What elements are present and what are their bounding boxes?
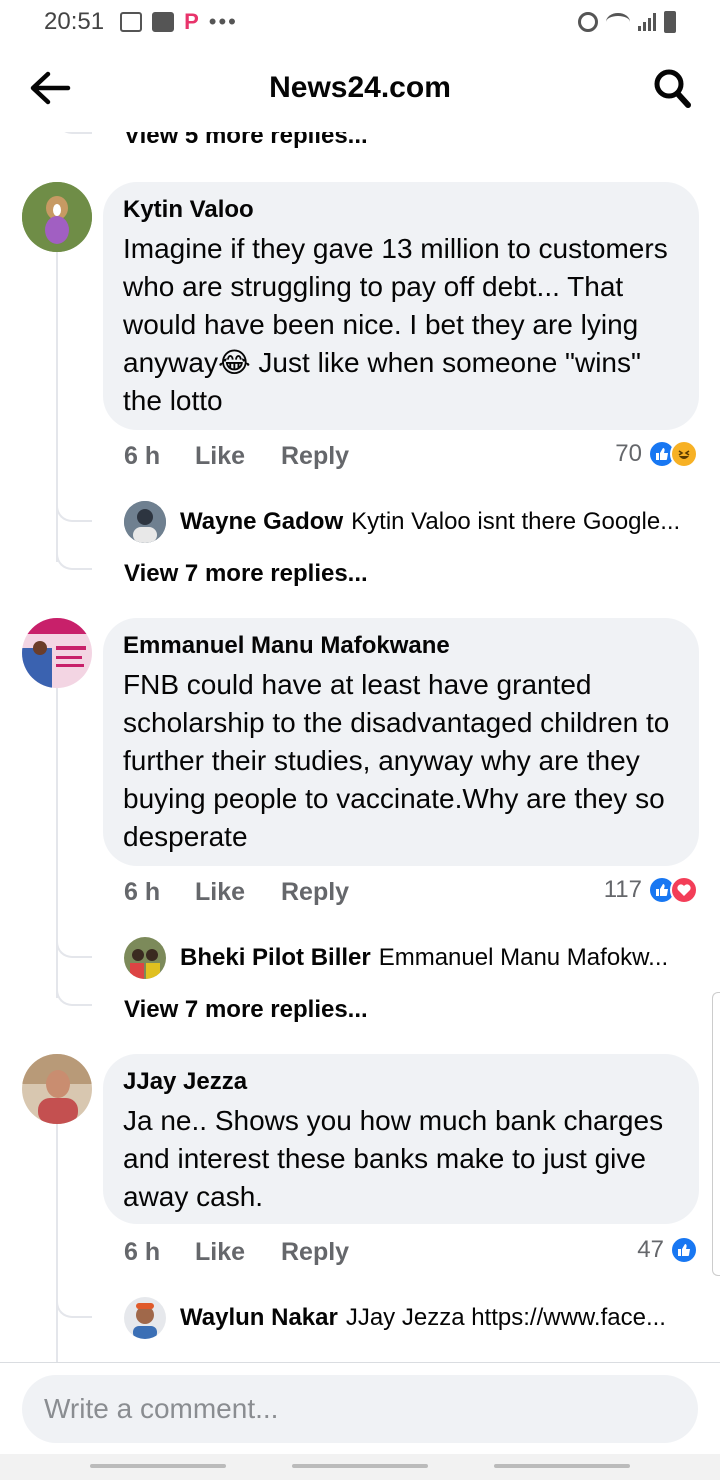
comment-text: Imagine if they gave 13 million to custo… <box>123 233 668 416</box>
reply-text: JJay Jezza https://www.face... <box>345 1304 666 1331</box>
reaction-count: 70 <box>615 440 642 467</box>
comment-author[interactable]: Kytin Valoo <box>123 196 679 224</box>
reaction-summary[interactable]: 117 <box>604 876 698 904</box>
notification-icons: P ••• <box>120 9 238 35</box>
status-time: 20:51 <box>44 8 105 35</box>
page-title: News24.com <box>269 71 451 104</box>
comment-author[interactable]: JJay Jezza <box>123 1068 679 1096</box>
like-button[interactable]: Like <box>195 1238 281 1267</box>
home-button[interactable] <box>292 1464 428 1468</box>
thread-line <box>56 252 58 562</box>
comment-bubble[interactable]: Kytin Valoo Imagine if they gave 13 mill… <box>103 182 699 430</box>
reply-preview[interactable]: Wayne Gadow Kytin Valoo isnt there Googl… <box>124 508 704 536</box>
avatar-emmanuel-manu-mafokwane[interactable] <box>22 618 92 688</box>
avatar-jjay-jezza[interactable] <box>22 1054 92 1124</box>
view-more-replies[interactable]: View 7 more replies... <box>124 560 368 588</box>
search-icon[interactable] <box>652 66 692 110</box>
app-icon <box>152 12 175 32</box>
back-button[interactable] <box>494 1464 630 1468</box>
reaction-summary[interactable]: 70 <box>615 440 698 468</box>
status-bar: 20:51 P ••• <box>0 0 720 44</box>
avatar-kytin-valoo[interactable] <box>22 182 92 252</box>
reply-preview[interactable]: Waylun Nakar JJay Jezza https://www.face… <box>124 1304 704 1332</box>
reaction-summary[interactable]: 47 <box>637 1236 698 1264</box>
like-button[interactable]: Like <box>195 442 281 471</box>
system-icons <box>578 11 676 33</box>
recent-apps-button[interactable] <box>90 1464 226 1468</box>
signal-icon <box>638 13 656 31</box>
back-arrow-icon[interactable] <box>28 68 72 108</box>
view-more-replies[interactable]: View 7 more replies... <box>124 996 368 1024</box>
comment-author[interactable]: Emmanuel Manu Mafokwane <box>123 632 679 660</box>
alarm-icon <box>578 12 598 32</box>
dog-photo-icon <box>22 182 92 252</box>
like-button[interactable]: Like <box>195 878 281 907</box>
like-icon <box>670 1236 698 1264</box>
p-app-icon: P <box>184 9 199 34</box>
reply-text: Kytin Valoo isnt there Google... <box>351 508 681 535</box>
reply-button[interactable]: Reply <box>281 442 349 471</box>
thread-connector <box>56 934 92 958</box>
scrollbar-handle[interactable] <box>712 992 720 1276</box>
gallery-icon <box>120 12 143 32</box>
comment-text: Ja ne.. Shows you how much bank charges … <box>123 1105 664 1212</box>
comment-time: 6 h <box>124 878 161 906</box>
comment-bubble[interactable]: Emmanuel Manu Mafokwane FNB could have a… <box>103 618 699 866</box>
reply-preview[interactable]: Bheki Pilot Biller Emmanuel Manu Mafokw.… <box>124 944 704 972</box>
haha-icon <box>670 440 698 468</box>
reply-button[interactable]: Reply <box>281 1238 349 1267</box>
reaction-count: 117 <box>603 876 642 903</box>
system-nav-bar <box>0 1454 720 1480</box>
love-icon <box>670 876 698 904</box>
comment-actions: 6 h Like Reply <box>124 442 349 471</box>
comment-time: 6 h <box>124 442 161 470</box>
comment-actions: 6 h Like Reply <box>124 878 349 907</box>
more-notifications-icon: ••• <box>208 9 238 34</box>
thread-line <box>56 1124 58 1364</box>
wifi-icon <box>606 13 630 31</box>
thread-connector <box>56 542 92 570</box>
reply-author[interactable]: Waylun Nakar <box>180 1304 338 1332</box>
poster-photo-icon <box>22 618 92 688</box>
app-header: News24.com <box>0 44 720 132</box>
reaction-count: 47 <box>637 1236 664 1263</box>
comment-input[interactable] <box>22 1375 698 1443</box>
comment-time: 6 h <box>124 1238 161 1266</box>
person-photo-icon <box>22 1054 92 1124</box>
comment-actions: 6 h Like Reply <box>124 1238 349 1267</box>
reply-author[interactable]: Wayne Gadow <box>180 508 343 536</box>
thread-connector <box>56 978 92 1006</box>
thread-connector <box>56 1294 92 1318</box>
comment-text: FNB could have at least have granted sch… <box>123 669 670 852</box>
thread-connector <box>56 498 92 522</box>
thread-line <box>56 688 58 998</box>
reply-author[interactable]: Bheki Pilot Biller <box>180 944 371 972</box>
battery-icon <box>664 11 676 33</box>
comment-bubble[interactable]: JJay Jezza Ja ne.. Shows you how much ba… <box>103 1054 699 1224</box>
reply-text: Emmanuel Manu Mafokw... <box>378 944 669 971</box>
reply-button[interactable]: Reply <box>281 878 349 907</box>
comment-composer <box>0 1362 720 1454</box>
